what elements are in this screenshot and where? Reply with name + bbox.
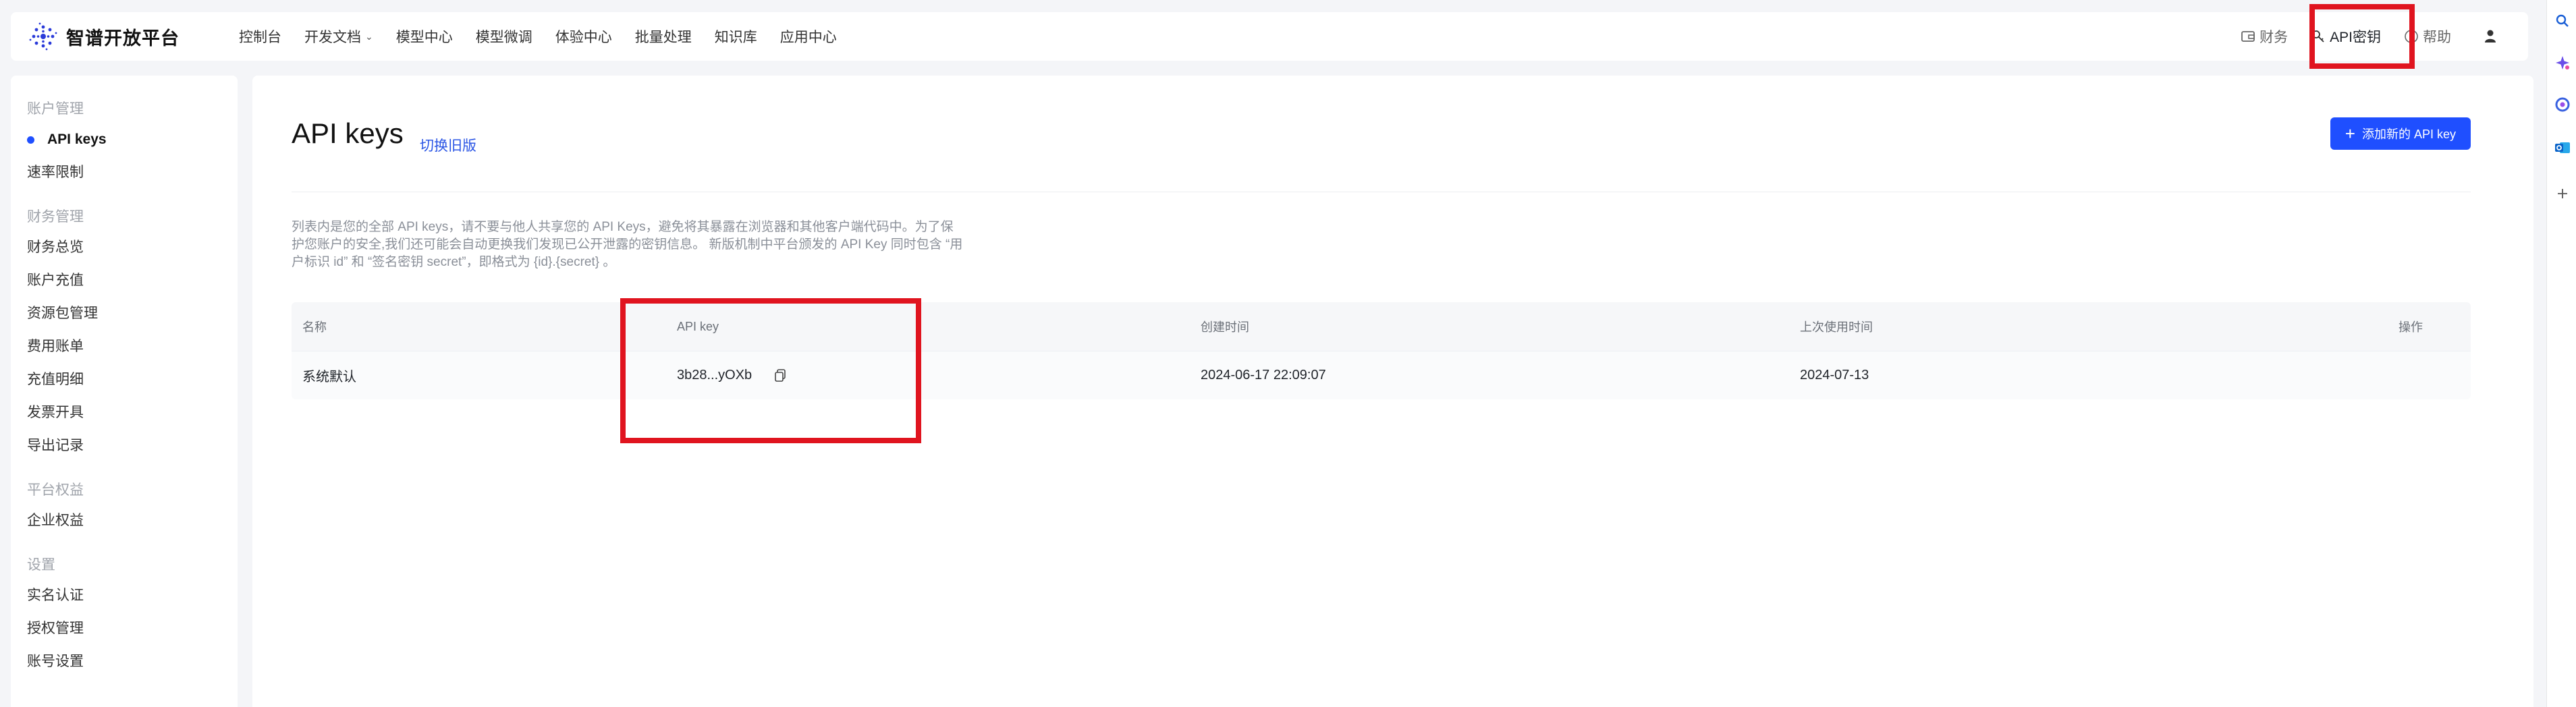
copy-icon[interactable] — [773, 368, 787, 383]
copilot-icon[interactable] — [2554, 54, 2571, 72]
cell-name: 系统默认 — [302, 370, 356, 385]
page-title: API keys — [292, 117, 404, 149]
nav-app-center[interactable]: 应用中心 — [780, 26, 837, 47]
nav-console[interactable]: 控制台 — [239, 26, 281, 47]
wallet-icon — [2241, 31, 2255, 42]
sidebar-group-settings: 设置 — [27, 557, 55, 573]
help-link[interactable]: 帮助 — [2404, 26, 2451, 47]
nav-dev-docs[interactable]: 开发文档 ⌄ — [304, 26, 373, 47]
user-icon — [2485, 30, 2496, 43]
sidebar-item-rate-limit[interactable]: 速率限制 — [11, 156, 238, 189]
api-keys-table: 名称 API key 创建时间 上次使用时间 操作 系统默认 3b28...yO… — [292, 302, 2471, 399]
brand-logo[interactable]: 智谱开放平台 — [28, 22, 180, 51]
api-keys-description: 列表内是您的全部 API keys，请不要与他人共享您的 API Keys，避免… — [292, 219, 1047, 271]
col-header-api-key: API key — [677, 319, 719, 333]
search-icon[interactable] — [2554, 12, 2571, 30]
add-api-key-label: 添加新的 API key — [2361, 128, 2456, 141]
help-label: 帮助 — [2423, 30, 2451, 45]
sidebar-item-export-records[interactable]: 导出记录 — [11, 429, 238, 462]
browser-side-toolbar — [2546, 0, 2576, 707]
nav-knowledge[interactable]: 知识库 — [715, 26, 757, 47]
cell-last-used: 2024-07-13 — [1800, 368, 1869, 383]
nav-experience-center[interactable]: 体验中心 — [555, 26, 612, 47]
outlook-icon[interactable] — [2554, 139, 2571, 157]
header-right: 财务 API密钥 帮助 — [2218, 12, 2501, 61]
main-panel: API keys 切换旧版 + 添加新的 API key 列表内是您的全部 AP… — [252, 76, 2533, 707]
description-line: 列表内是您的全部 API keys，请不要与他人共享您的 API Keys，避免… — [292, 220, 954, 234]
finance-label: 财务 — [2259, 30, 2289, 45]
top-navbar: 智谱开放平台 控制台 开发文档 ⌄ 模型中心 模型微调 体验中心 批量处理 知识… — [11, 12, 2528, 61]
plus-icon: + — [2345, 123, 2355, 144]
col-header-last-used: 上次使用时间 — [1800, 320, 1873, 334]
nav-dev-docs-label: 开发文档 — [304, 30, 361, 45]
table-row: 系统默认 3b28...yOXb 2024-06-17 22:09:07 202… — [292, 351, 2471, 399]
sidebar-item-verification[interactable]: 实名认证 — [11, 579, 238, 612]
sidebar-item-account-settings[interactable]: 账号设置 — [11, 645, 238, 678]
col-header-actions: 操作 — [2399, 320, 2423, 334]
chevron-down-icon: ⌄ — [365, 30, 373, 42]
col-header-name: 名称 — [302, 320, 327, 334]
user-menu[interactable] — [2484, 29, 2501, 44]
office-icon[interactable] — [2554, 96, 2571, 113]
sidebar-item-resource-packs[interactable]: 资源包管理 — [11, 297, 238, 330]
sidebar: 账户管理 API keys 速率限制 财务管理 财务总览 账户充值 资源包管理 … — [11, 76, 238, 707]
sidebar-item-recharge-details[interactable]: 充值明细 — [11, 363, 238, 396]
sidebar-group-account: 账户管理 — [27, 101, 84, 117]
switch-old-version-link[interactable]: 切换旧版 — [420, 135, 476, 155]
sidebar-item-recharge[interactable]: 账户充值 — [11, 264, 238, 297]
cell-api-key: 3b28...yOXb — [677, 368, 787, 383]
sidebar-item-api-keys[interactable]: API keys — [11, 123, 238, 156]
main-nav: 控制台 开发文档 ⌄ 模型中心 模型微调 体验中心 批量处理 知识库 应用中心 — [239, 26, 860, 47]
sidebar-item-bills[interactable]: 费用账单 — [11, 330, 238, 363]
sidebar-group-finance: 财务管理 — [27, 209, 84, 225]
sidebar-item-finance-overview[interactable]: 财务总览 — [11, 231, 238, 264]
add-icon[interactable] — [2554, 185, 2571, 202]
api-key-link[interactable]: API密钥 — [2311, 26, 2381, 47]
api-key-label: API密钥 — [2330, 30, 2381, 45]
sidebar-group-benefits: 平台权益 — [27, 482, 84, 498]
nav-model-finetune[interactable]: 模型微调 — [476, 26, 532, 47]
table-header: 名称 API key 创建时间 上次使用时间 操作 — [292, 302, 2471, 351]
nav-model-center[interactable]: 模型中心 — [396, 26, 453, 47]
nav-batch[interactable]: 批量处理 — [635, 26, 692, 47]
sidebar-item-invoice[interactable]: 发票开具 — [11, 396, 238, 429]
brand-name: 智谱开放平台 — [66, 28, 180, 49]
info-icon — [2405, 30, 2418, 43]
cell-created: 2024-06-17 22:09:07 — [1201, 368, 1326, 383]
key-icon — [2312, 30, 2324, 43]
brand-logo-icon — [29, 22, 57, 51]
add-api-key-button[interactable]: + 添加新的 API key — [2330, 117, 2471, 150]
description-line: 护您账户的安全,我们还可能会自动更换我们发现已公开泄露的密钥信息。 新版机制中平… — [292, 237, 963, 252]
sidebar-item-enterprise-benefits[interactable]: 企业权益 — [11, 504, 238, 537]
description-line: 户标识 id” 和 “签名密钥 secret”，即格式为 {id}.{secre… — [292, 255, 616, 269]
col-header-created: 创建时间 — [1201, 320, 1249, 334]
sidebar-item-authorization[interactable]: 授权管理 — [11, 612, 238, 645]
finance-link[interactable]: 财务 — [2241, 26, 2288, 47]
api-key-value: 3b28...yOXb — [677, 368, 752, 383]
